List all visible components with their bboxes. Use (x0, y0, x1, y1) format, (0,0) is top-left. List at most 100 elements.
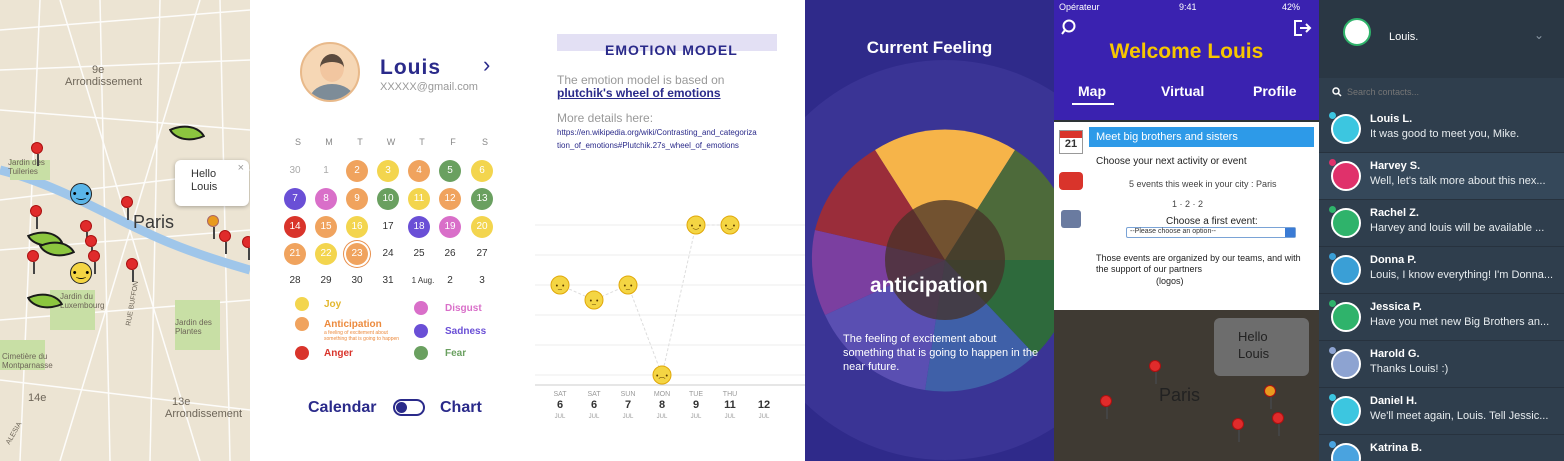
phone-map-pin[interactable] (1272, 412, 1284, 436)
calendar-day[interactable]: 5 (439, 160, 461, 182)
map-pin[interactable] (27, 250, 39, 274)
calendar-day[interactable]: 19 (439, 216, 461, 238)
calendar-day[interactable]: 15 (315, 216, 337, 238)
legend-joy-dot (295, 297, 309, 311)
chevron-right-icon[interactable]: › (483, 52, 490, 78)
x-tick-num: 11 (724, 399, 736, 411)
toggle-chart-label[interactable]: Chart (440, 399, 482, 417)
logout-icon[interactable] (1292, 18, 1312, 38)
calendar-day[interactable]: 28 (284, 270, 306, 292)
map-pin[interactable] (126, 258, 138, 282)
contact-row[interactable]: Daniel H. We'll meet again, Louis. Tell J… (1319, 388, 1564, 435)
contact-name: Harvey S. (1370, 160, 1421, 172)
plutchik-link[interactable]: plutchik's wheel of emotions (557, 86, 721, 100)
calendar-day[interactable]: 13 (471, 188, 493, 210)
calendar-day[interactable]: 1 Aug. (408, 270, 438, 292)
calendar-day[interactable]: 22 (315, 243, 337, 265)
wikipedia-link[interactable]: https://en.wikipedia.org/wiki/Contrastin… (557, 126, 757, 152)
calendar-day[interactable]: 2 (346, 160, 368, 182)
search-icon[interactable] (1061, 18, 1079, 36)
tab-profile[interactable]: Profile (1253, 83, 1297, 99)
map-pin[interactable] (88, 250, 100, 274)
map-popup[interactable]: × Hello Louis (175, 160, 249, 206)
chevron-down-icon[interactable]: ⌄ (1534, 28, 1544, 42)
happy-face-icon[interactable]: •‿• (70, 262, 92, 284)
activity-prompt: Choose your next activity or event (1096, 156, 1247, 167)
status-dot (1329, 300, 1336, 307)
tab-map[interactable]: Map (1078, 83, 1106, 99)
calendar-day[interactable]: 6 (471, 160, 493, 182)
contact-row[interactable]: Jessica P. Have you met new Big Brothers … (1319, 294, 1564, 341)
tab-map-underline (1072, 103, 1114, 105)
calendar-day[interactable]: 10 (377, 188, 399, 210)
calendar-day[interactable]: 31 (377, 270, 399, 292)
avatar-head (320, 54, 344, 82)
calendar-day[interactable]: 3 (471, 270, 493, 292)
calendar-day[interactable]: 9 (346, 188, 368, 210)
x-tick-mon: JUL (725, 414, 736, 420)
toggle-calendar-label[interactable]: Calendar (308, 399, 376, 417)
calendar-day[interactable]: 25 (408, 243, 430, 265)
map-label-arr-9: Arrondissement (65, 76, 143, 88)
calendar-day[interactable]: 23 (346, 243, 368, 265)
contact-row[interactable]: Rachel Z. Harvey and louis will be availa… (1319, 200, 1564, 247)
calendar-day[interactable]: 30 (346, 270, 368, 292)
calendar-day[interactable]: 24 (377, 243, 399, 265)
contact-row[interactable]: Harold G. Thanks Louis! :) (1319, 341, 1564, 388)
map-pin[interactable] (85, 235, 97, 259)
contact-search-input[interactable] (1347, 85, 1547, 99)
legend-anticipation: Anticipation (324, 319, 382, 330)
tab-virtual[interactable]: Virtual (1161, 83, 1204, 99)
calendar-day[interactable]: 11 (408, 188, 430, 210)
map-panel[interactable]: 9e Arrondissement Jardin des Tuileries P… (0, 0, 250, 461)
weekday-header: T (357, 137, 363, 147)
event-select[interactable]: --Please choose an option-- (1126, 227, 1296, 238)
phone-map-pin[interactable] (1100, 395, 1112, 419)
phone-map-popup[interactable]: Hello Louis (1214, 318, 1309, 376)
contact-search[interactable] (1319, 81, 1564, 103)
neutral-face-icon[interactable]: •‿• (70, 183, 92, 205)
view-toggle[interactable] (393, 399, 425, 416)
map-pin[interactable] (121, 196, 133, 220)
map-pin[interactable] (80, 220, 92, 244)
calendar-day[interactable]: 27 (471, 243, 493, 265)
contact-row[interactable]: Donna P. Louis, I know everything! I'm Do… (1319, 247, 1564, 294)
map-pin-selected[interactable] (207, 215, 219, 239)
avatar[interactable] (300, 42, 360, 102)
calendar-day[interactable]: 29 (315, 270, 337, 292)
phone-icon (1059, 172, 1083, 190)
contact-row[interactable]: Louis L. It was good to meet you, Mike. (1319, 106, 1564, 153)
calendar-day[interactable]: 17 (377, 216, 399, 238)
map-pin[interactable] (219, 230, 231, 254)
contact-row[interactable]: Katrina B. (1319, 435, 1564, 461)
map-pin[interactable] (31, 142, 43, 166)
close-icon[interactable]: × (238, 162, 244, 174)
weekday-header: M (325, 137, 333, 147)
phone-map-pin[interactable] (1232, 418, 1244, 442)
calendar-day[interactable]: 30 (284, 160, 306, 182)
emotion-model-intro: The emotion model is based on (557, 73, 725, 87)
calendar-day[interactable]: 3 (377, 160, 399, 182)
toggle-knob (396, 402, 407, 413)
select-arrow-icon (1285, 228, 1295, 237)
calendar-day[interactable]: 21 (284, 243, 306, 265)
calendar-day[interactable]: 4 (408, 160, 430, 182)
user-avatar[interactable] (1343, 18, 1371, 46)
calendar-day[interactable]: 18 (408, 216, 430, 238)
phone-map-pin-selected[interactable] (1264, 385, 1276, 409)
calendar-day[interactable]: 1 (315, 160, 337, 182)
calendar-day[interactable]: 2 (439, 270, 461, 292)
map-pin[interactable] (242, 236, 250, 260)
map-pin[interactable] (30, 205, 42, 229)
contact-row[interactable]: Harvey S. Well, let's talk more about thi… (1319, 153, 1564, 200)
calendar-day[interactable]: 20 (471, 216, 493, 238)
calendar-day[interactable]: 14 (284, 216, 306, 238)
calendar-day[interactable]: 12 (439, 188, 461, 210)
calendar-day[interactable]: 7 (284, 188, 306, 210)
calendar-day[interactable]: 16 (346, 216, 368, 238)
phone-map-pin[interactable] (1149, 360, 1161, 384)
weekday-header: S (481, 137, 488, 147)
calendar-day[interactable]: 26 (439, 243, 461, 265)
calendar-day[interactable]: 8 (315, 188, 337, 210)
contact-avatar (1331, 114, 1361, 144)
